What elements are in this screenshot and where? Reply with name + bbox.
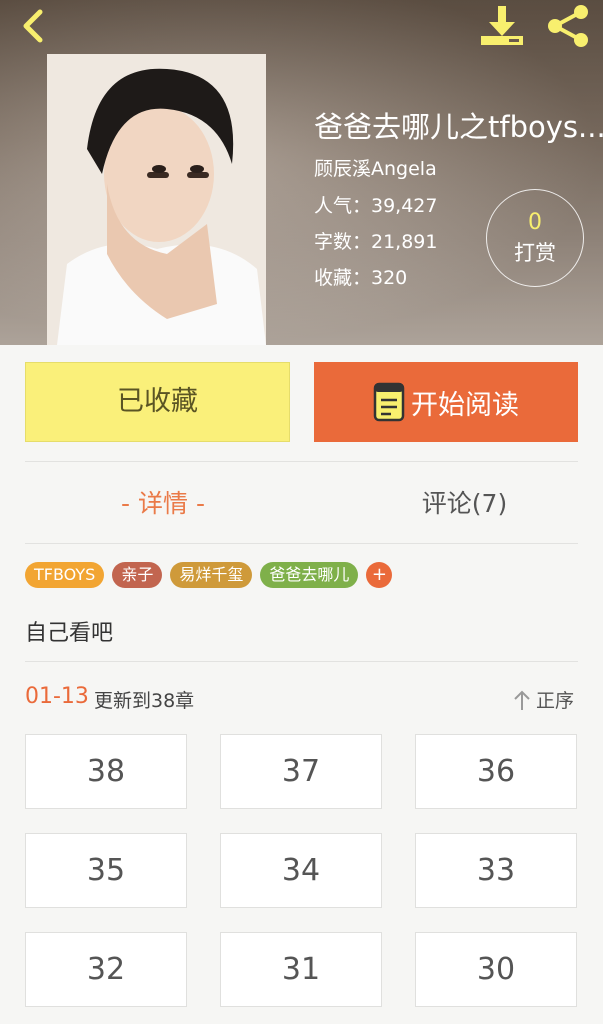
tag-yi-yangqianxi[interactable]: 易烊千玺 xyxy=(170,562,253,588)
divider xyxy=(25,543,578,544)
tag-parent-child[interactable]: 亲子 xyxy=(112,562,163,588)
reward-label: 打赏 xyxy=(514,241,556,265)
book-author[interactable]: 顾辰溪Angela xyxy=(314,154,437,181)
sort-label: 正序 xyxy=(536,690,575,712)
reward-count: 0 xyxy=(528,210,542,235)
tag-where-are-we-going-dad[interactable]: 爸爸去哪儿 xyxy=(260,562,359,588)
back-icon[interactable] xyxy=(14,6,54,46)
favorited-button[interactable]: 已收藏 xyxy=(25,362,290,442)
start-reading-label: 开始阅读 xyxy=(411,389,519,421)
book-description: 自己看吧 xyxy=(25,621,114,646)
chapter-item[interactable]: 34 xyxy=(220,833,382,908)
chapter-item[interactable]: 35 xyxy=(25,833,187,908)
share-icon[interactable] xyxy=(543,4,593,48)
divider xyxy=(25,461,578,462)
book-icon xyxy=(373,382,405,422)
sort-toggle[interactable]: 正序 xyxy=(512,686,574,713)
chapter-item[interactable]: 37 xyxy=(220,734,382,809)
tab-comments[interactable]: 评论(7) xyxy=(326,484,603,520)
chapter-item[interactable]: 36 xyxy=(415,734,577,809)
start-reading-button[interactable]: 开始阅读 xyxy=(314,362,578,442)
tag-list: TFBOYS 亲子 易烊千玺 爸爸去哪儿 + xyxy=(25,562,393,588)
tab-detail[interactable]: - 详情 - xyxy=(0,484,326,520)
chapter-item[interactable]: 31 xyxy=(220,932,382,1007)
chapter-item[interactable]: 30 xyxy=(415,932,577,1007)
arrow-up-icon xyxy=(514,690,530,710)
chapter-item[interactable]: 33 xyxy=(415,833,577,908)
chapter-item[interactable]: 32 xyxy=(25,932,187,1007)
book-cover[interactable] xyxy=(47,54,266,345)
stat-popularity: 人气：39,427 xyxy=(314,195,438,217)
book-title: 爸爸去哪儿之tfboys... xyxy=(314,110,603,144)
tag-tfboys[interactable]: TFBOYS xyxy=(25,562,105,588)
update-status: 更新到38章 xyxy=(94,690,195,712)
chapter-grid: 38 37 36 35 34 33 32 31 30 xyxy=(25,734,578,1007)
chapter-item[interactable]: 38 xyxy=(25,734,187,809)
reward-button[interactable]: 0 打赏 xyxy=(486,189,584,287)
download-icon[interactable] xyxy=(477,4,527,48)
update-date: 01-13 xyxy=(25,684,89,709)
cover-illustration xyxy=(47,54,266,345)
stat-word-count: 字数：21,891 xyxy=(314,231,438,253)
stat-favorites: 收藏：320 xyxy=(314,267,408,289)
divider xyxy=(25,661,578,662)
add-tag-button[interactable]: + xyxy=(366,562,393,588)
